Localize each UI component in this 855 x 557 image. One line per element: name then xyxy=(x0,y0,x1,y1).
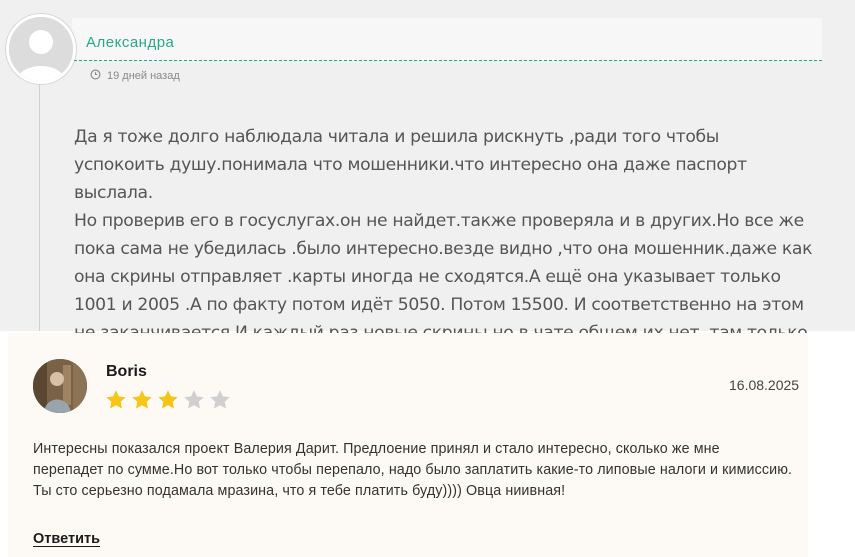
star-empty-icon xyxy=(184,390,204,409)
reply-link[interactable]: Ответить xyxy=(33,531,100,547)
star-empty-icon xyxy=(210,390,230,409)
comment-meta: 19 дней назад xyxy=(90,69,180,83)
user-photo-avatar xyxy=(33,359,87,413)
star-rating xyxy=(104,388,232,412)
review-author: Boris xyxy=(106,363,147,380)
review-date: 16.08.2025 xyxy=(729,377,800,393)
header-divider xyxy=(74,60,822,61)
star-filled-icon xyxy=(106,390,126,409)
star-filled-icon xyxy=(158,390,178,409)
comment-header xyxy=(72,18,822,60)
comment-author[interactable]: Александра xyxy=(86,34,174,51)
star-filled-icon xyxy=(132,390,152,409)
thread-line xyxy=(39,84,40,331)
default-user-avatar-icon xyxy=(6,14,76,84)
comment-time: 19 дней назад xyxy=(107,70,180,82)
review-body: Интересны показался проект Валерия Дарит… xyxy=(33,441,793,499)
clock-icon xyxy=(90,69,101,83)
comment-paragraph: Да я тоже долго наблюдала читала и решил… xyxy=(74,127,747,203)
